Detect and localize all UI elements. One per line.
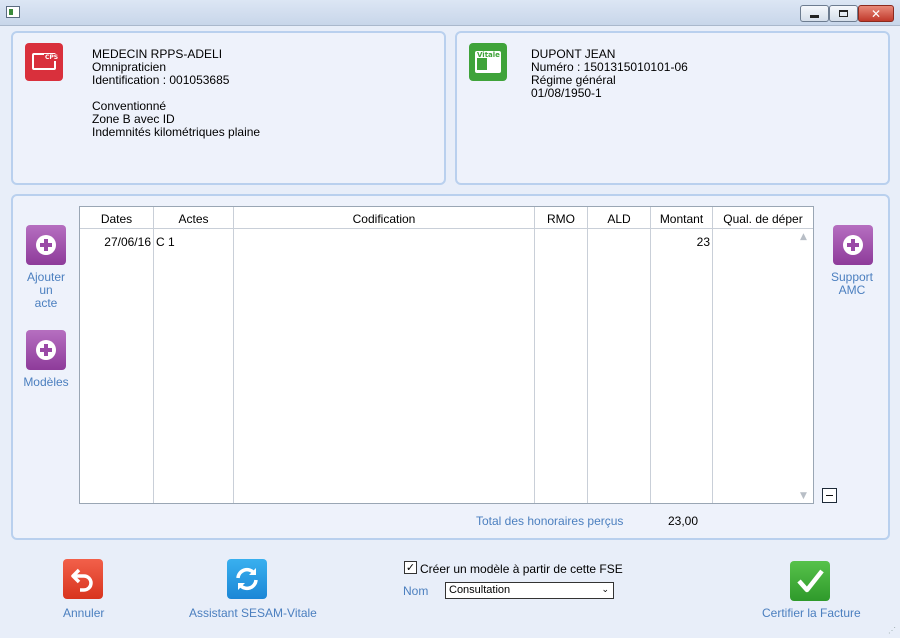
- scroll-up-icon[interactable]: ▲: [800, 232, 807, 242]
- header-rmo[interactable]: RMO: [535, 212, 587, 226]
- nom-select-value: Consultation: [449, 584, 511, 596]
- assistant-sesam-label[interactable]: Assistant SESAM-Vitale: [189, 606, 317, 620]
- create-model-checkbox[interactable]: ✓: [404, 561, 417, 574]
- nom-label: Nom: [403, 584, 429, 598]
- row-acte[interactable]: C 1: [156, 235, 175, 249]
- header-actes[interactable]: Actes: [154, 212, 233, 226]
- minimize-icon: [810, 15, 819, 18]
- annuler-button[interactable]: [63, 559, 103, 599]
- practitioner-panel: CPS MEDECIN RPPS-ADELI Omnipraticien Ide…: [11, 31, 446, 185]
- close-button[interactable]: ✕: [858, 5, 894, 22]
- patient-panel: Vitale DUPONT JEAN Numéro : 150131501010…: [455, 31, 890, 185]
- practitioner-indemnities: Indemnités kilométriques plaine: [92, 125, 261, 139]
- create-model-label[interactable]: Créer un modèle à partir de cette FSE: [420, 562, 623, 576]
- add-act-label-line3: acte: [34, 296, 58, 310]
- patient-birthdate: 01/08/1950-1: [531, 86, 602, 100]
- certifier-button[interactable]: [790, 561, 830, 601]
- acts-table[interactable]: Dates Actes Codification RMO ALD Montant…: [79, 206, 814, 504]
- undo-arrow-icon: [71, 568, 93, 592]
- support-amc-label[interactable]: Support AMC: [822, 271, 882, 297]
- vitale-card-icon: Vitale: [469, 43, 507, 81]
- assistant-sesam-button[interactable]: [227, 559, 267, 599]
- plus-circle-icon: [36, 340, 56, 360]
- cps-card-icon: CPS: [25, 43, 63, 81]
- scroll-down-icon[interactable]: ▼: [800, 491, 807, 501]
- resize-grip-icon[interactable]: ⋰: [888, 626, 898, 636]
- close-icon: ✕: [870, 6, 882, 21]
- chevron-down-icon: ⌄: [601, 585, 609, 595]
- cps-tag: CPS: [44, 54, 60, 61]
- plus-circle-icon: [843, 235, 863, 255]
- maximize-icon: [839, 10, 848, 17]
- row-montant[interactable]: 23: [651, 235, 710, 249]
- certifier-label[interactable]: Certifier la Facture: [762, 606, 861, 620]
- table-scrollbar[interactable]: ▲ ▼: [797, 230, 813, 503]
- support-label-line2: AMC: [838, 283, 866, 297]
- header-montant[interactable]: Montant: [651, 212, 712, 226]
- minimize-button[interactable]: [800, 5, 829, 22]
- header-codification[interactable]: Codification: [234, 212, 534, 226]
- header-qual[interactable]: Qual. de déper: [713, 212, 813, 226]
- refresh-icon: [236, 567, 258, 591]
- header-ald[interactable]: ALD: [588, 212, 650, 226]
- row-date[interactable]: 27/06/16: [80, 235, 151, 249]
- annuler-label[interactable]: Annuler: [63, 606, 104, 620]
- title-bar: ✕: [0, 0, 900, 26]
- plus-circle-icon: [36, 235, 56, 255]
- total-label: Total des honoraires perçus: [476, 514, 624, 528]
- vitale-tag: Vitale: [477, 51, 500, 59]
- add-act-label[interactable]: Ajouter un acte: [16, 271, 76, 310]
- nom-select[interactable]: Consultation ⌄: [445, 582, 614, 599]
- app-icon[interactable]: [6, 6, 20, 18]
- total-value: 23,00: [668, 514, 699, 528]
- maximize-button[interactable]: [829, 5, 858, 22]
- patient-info: DUPONT JEAN Numéro : 1501315010101-06 Ré…: [531, 48, 688, 100]
- practitioner-identification: Identification : 001053685: [92, 73, 230, 87]
- header-dates[interactable]: Dates: [80, 212, 153, 226]
- remove-row-button[interactable]: [822, 488, 837, 503]
- add-act-button[interactable]: [26, 225, 66, 265]
- checkmark-icon: [797, 569, 824, 593]
- models-label[interactable]: Modèles: [16, 376, 76, 389]
- models-button[interactable]: [26, 330, 66, 370]
- practitioner-info: MEDECIN RPPS-ADELI Omnipraticien Identif…: [92, 48, 260, 139]
- support-amc-button[interactable]: [833, 225, 873, 265]
